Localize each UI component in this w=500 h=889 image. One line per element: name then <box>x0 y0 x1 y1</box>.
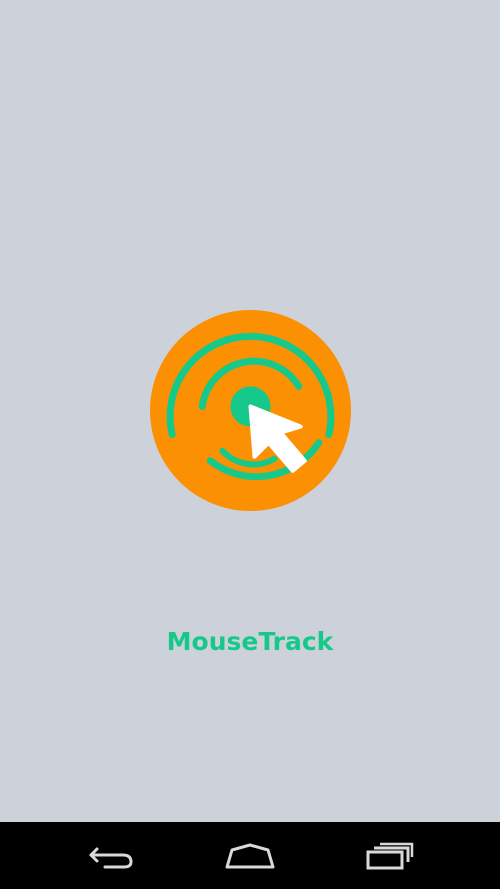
home-button[interactable] <box>214 836 286 876</box>
mouse-cursor-target-icon <box>150 310 351 511</box>
app-logo <box>150 310 351 511</box>
splash-screen: MouseTrack <box>0 0 500 822</box>
home-icon <box>225 843 275 869</box>
system-navigation-bar <box>0 822 500 889</box>
recent-apps-icon <box>366 842 414 870</box>
back-button[interactable] <box>75 836 147 876</box>
recent-apps-button[interactable] <box>354 836 426 876</box>
app-name: MouseTrack <box>166 627 334 656</box>
back-arrow-icon <box>89 847 133 869</box>
